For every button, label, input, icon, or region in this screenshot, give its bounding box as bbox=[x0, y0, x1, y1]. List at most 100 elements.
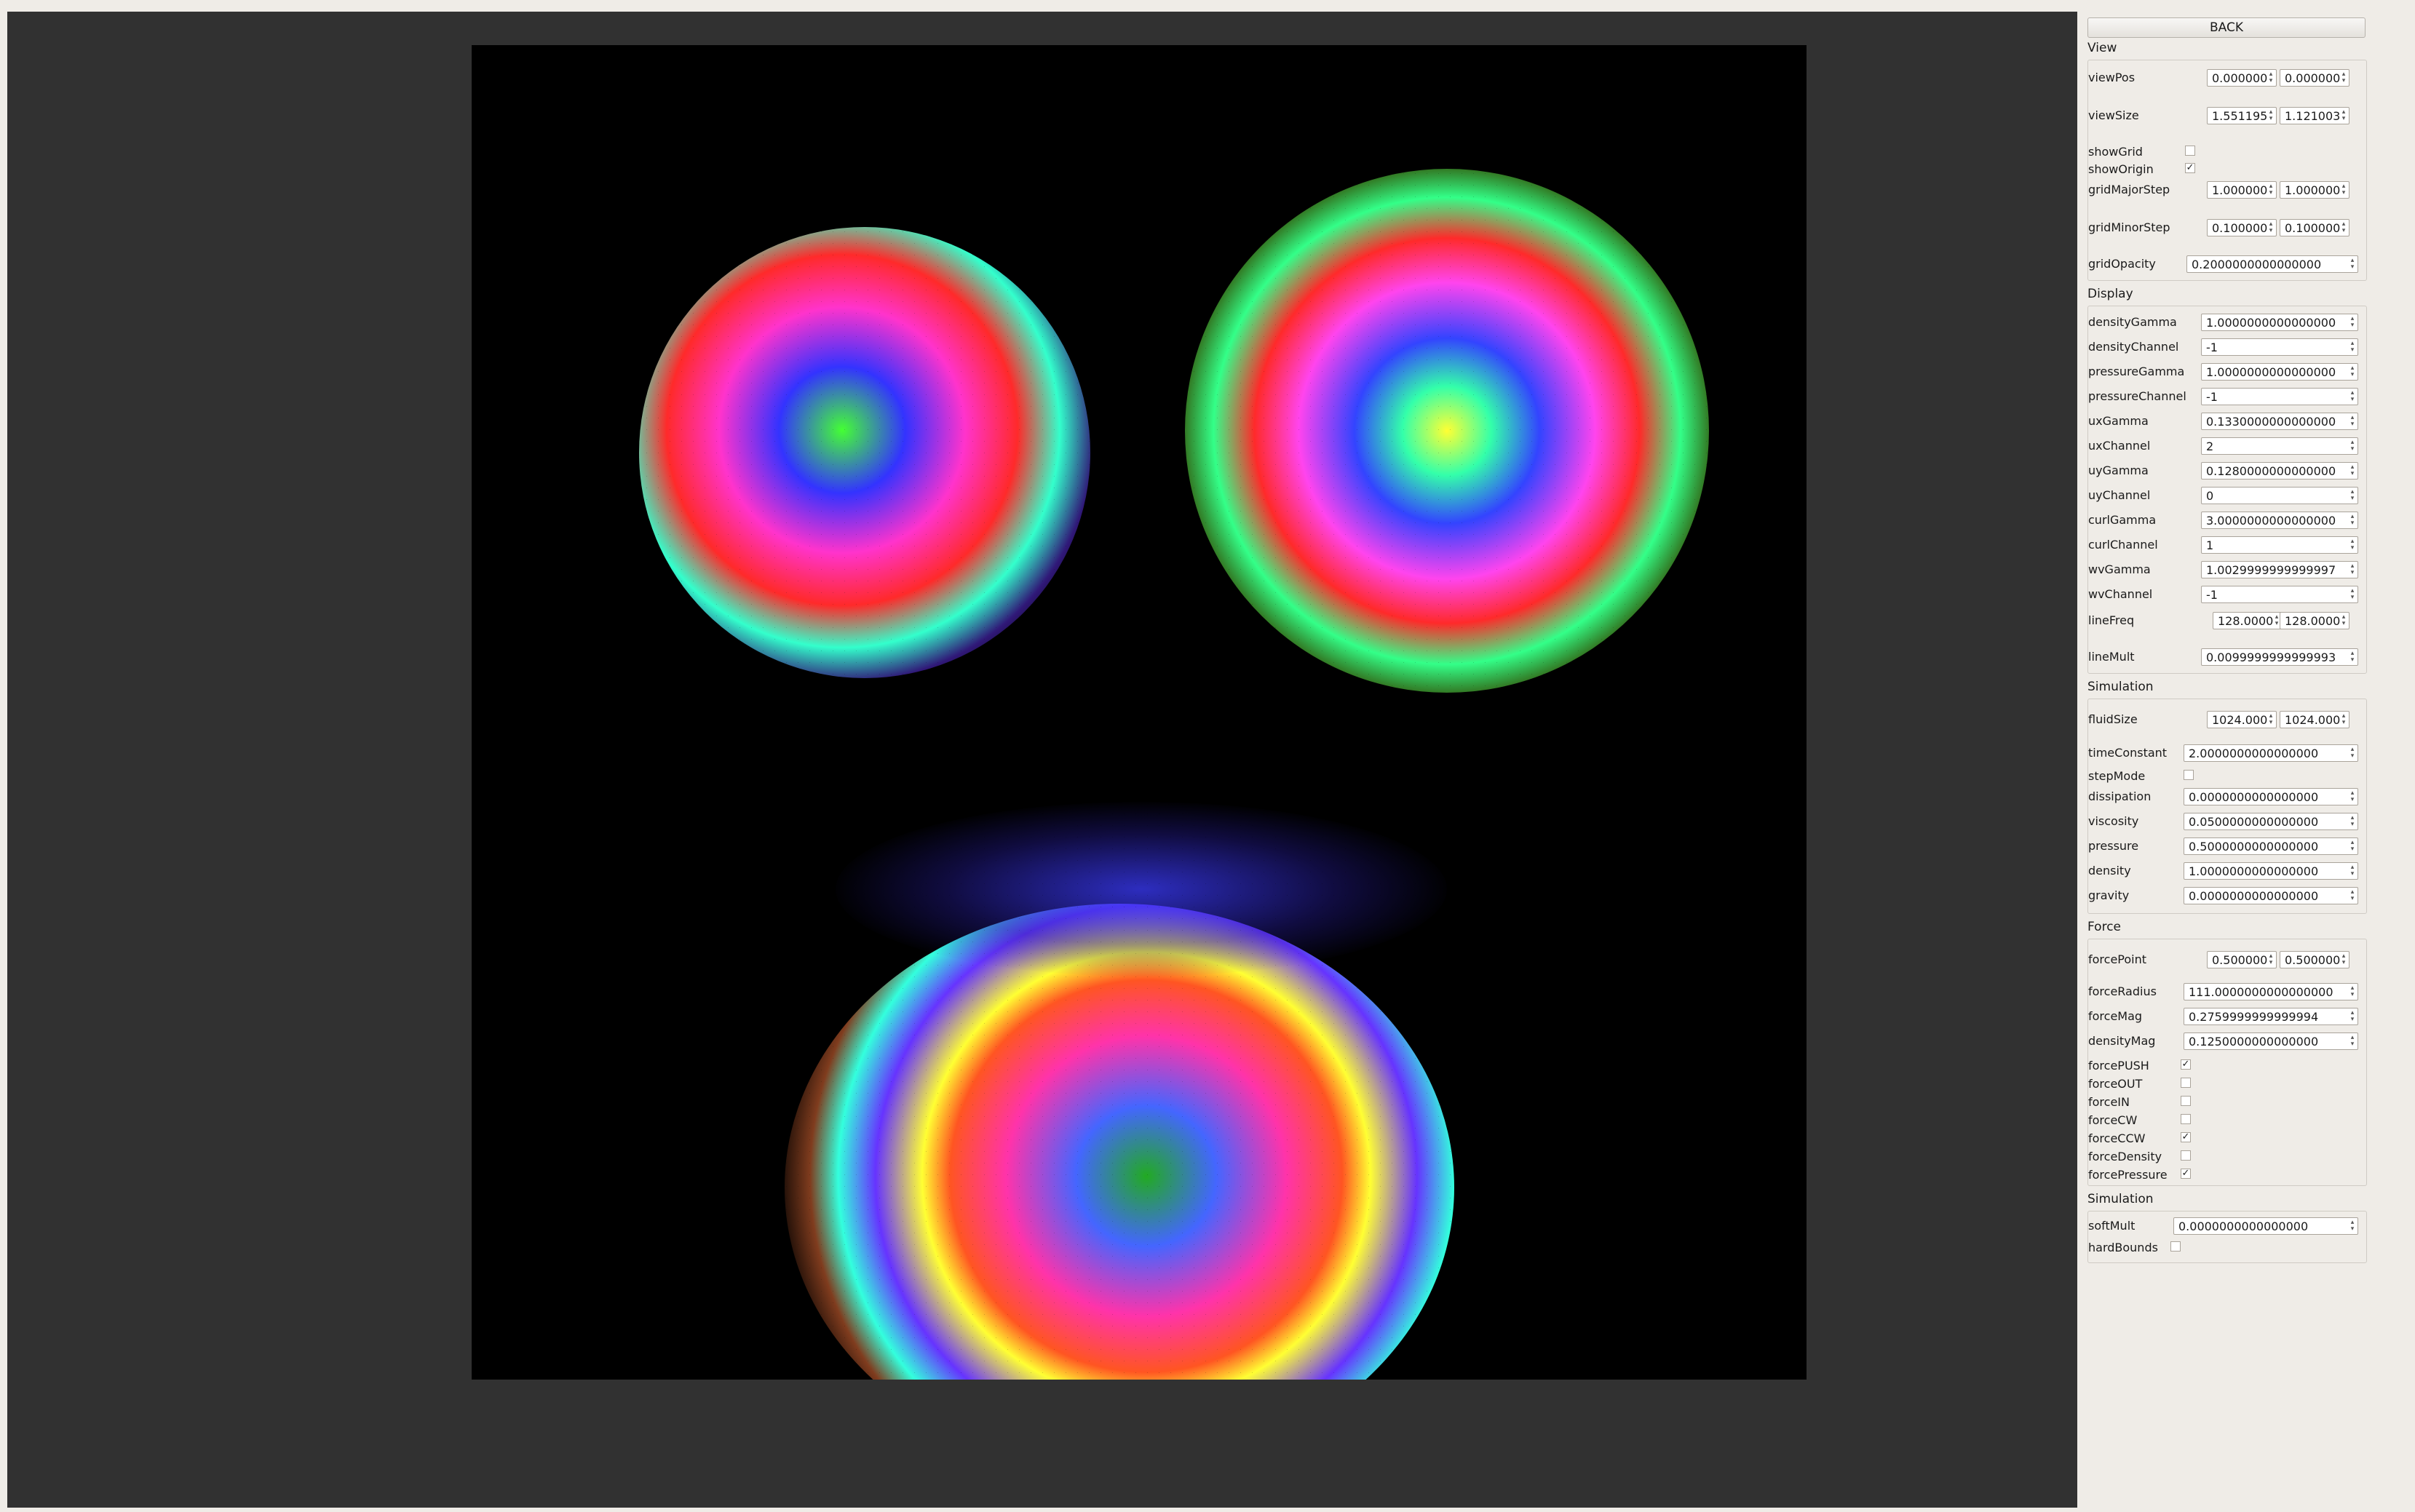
viewPos-input-x[interactable]: 0.000000 ▴ ▾ bbox=[2207, 69, 2277, 87]
viewPos-spin-arrows-x[interactable]: ▴ ▾ bbox=[2267, 71, 2275, 84]
uxChannel-input[interactable]: 2 ▴ ▾ bbox=[2201, 437, 2358, 455]
forceDensity-checkbox[interactable] bbox=[2181, 1150, 2191, 1161]
densityGamma-spin-arrows[interactable]: ▴ ▾ bbox=[2349, 316, 2356, 329]
gridMinorStep-input-y[interactable]: 0.100000 ▴ ▾ bbox=[2280, 219, 2349, 236]
pressureGamma-spin-arrows[interactable]: ▴ ▾ bbox=[2349, 365, 2356, 378]
dissipation-input[interactable]: 0.0000000000000000 ▴ ▾ bbox=[2184, 788, 2358, 805]
viewPos-spin-arrows-y[interactable]: ▴ ▾ bbox=[2340, 71, 2347, 84]
gridMinorStep-input-x[interactable]: 0.100000 ▴ ▾ bbox=[2207, 219, 2277, 236]
wvGamma-spin-arrows[interactable]: ▴ ▾ bbox=[2349, 563, 2356, 576]
forcePoint-spin-arrows-x[interactable]: ▴ ▾ bbox=[2267, 953, 2275, 966]
wvChannel-spin-arrows[interactable]: ▴ ▾ bbox=[2349, 588, 2356, 601]
settings-panel: BACK View Display Simulation Force Simul… bbox=[2080, 0, 2415, 1512]
stepMode-checkbox[interactable] bbox=[2184, 770, 2194, 780]
viscosity-spin-arrows[interactable]: ▴ ▾ bbox=[2349, 815, 2356, 828]
forcePoint-input-x[interactable]: 0.500000 ▴ ▾ bbox=[2207, 951, 2277, 968]
back-button[interactable]: BACK bbox=[2087, 17, 2366, 38]
viewSize-input-x[interactable]: 1.551195 ▴ ▾ bbox=[2207, 107, 2277, 124]
gridMinorStep-value-x: 0.100000 bbox=[2212, 221, 2268, 235]
forceCW-checkbox[interactable] bbox=[2181, 1114, 2191, 1124]
curlChannel-input[interactable]: 1 ▴ ▾ bbox=[2201, 536, 2358, 554]
densityChannel-input[interactable]: -1 ▴ ▾ bbox=[2201, 338, 2358, 356]
pressureChannel-input[interactable]: -1 ▴ ▾ bbox=[2201, 388, 2358, 405]
timeConstant-input[interactable]: 2.0000000000000000 ▴ ▾ bbox=[2184, 744, 2358, 762]
forceCCW-checkbox[interactable]: ✓ bbox=[2181, 1132, 2191, 1142]
viscosity-input[interactable]: 0.0500000000000000 ▴ ▾ bbox=[2184, 813, 2358, 830]
forceOUT-checkbox[interactable] bbox=[2181, 1078, 2191, 1088]
gravity-value: 0.0000000000000000 bbox=[2189, 889, 2319, 903]
density-label: density bbox=[2088, 864, 2131, 878]
gridMinorStep-label: gridMinorStep bbox=[2088, 220, 2170, 234]
wvGamma-input[interactable]: 1.0029999999999997 ▴ ▾ bbox=[2201, 561, 2358, 578]
forceCCW-label: forceCCW bbox=[2088, 1131, 2146, 1145]
viewSize-spin-arrows-y[interactable]: ▴ ▾ bbox=[2340, 109, 2347, 122]
dissipation-spin-arrows[interactable]: ▴ ▾ bbox=[2349, 790, 2356, 803]
curlGamma-spin-arrows[interactable]: ▴ ▾ bbox=[2349, 514, 2356, 527]
uxGamma-spin-arrows[interactable]: ▴ ▾ bbox=[2349, 415, 2356, 428]
densityMag-spin-arrows[interactable]: ▴ ▾ bbox=[2349, 1035, 2356, 1048]
uyChannel-input[interactable]: 0 ▴ ▾ bbox=[2201, 487, 2358, 504]
pressureChannel-spin-arrows[interactable]: ▴ ▾ bbox=[2349, 390, 2356, 403]
gridMajorStep-input-y[interactable]: 1.000000 ▴ ▾ bbox=[2280, 181, 2349, 199]
fluidSize-label: fluidSize bbox=[2088, 712, 2138, 726]
gravity-spin-arrows[interactable]: ▴ ▾ bbox=[2349, 889, 2356, 902]
lineFreq-input-y[interactable]: 128.0000 ▴ ▾ bbox=[2280, 612, 2349, 629]
gridMajorStep-spin-arrows-y[interactable]: ▴ ▾ bbox=[2340, 183, 2347, 196]
timeConstant-spin-arrows[interactable]: ▴ ▾ bbox=[2349, 747, 2356, 760]
pressureGamma-input[interactable]: 1.0000000000000000 ▴ ▾ bbox=[2201, 363, 2358, 381]
curlGamma-input[interactable]: 3.0000000000000000 ▴ ▾ bbox=[2201, 512, 2358, 529]
uxChannel-spin-arrows[interactable]: ▴ ▾ bbox=[2349, 439, 2356, 453]
section-title-view: View bbox=[2087, 41, 2117, 55]
lineFreq-spin-arrows-y[interactable]: ▴ ▾ bbox=[2340, 614, 2347, 627]
fluidSize-spin-arrows-y[interactable]: ▴ ▾ bbox=[2340, 713, 2347, 726]
gridMajorStep-spin-arrows-x[interactable]: ▴ ▾ bbox=[2267, 183, 2275, 196]
wvChannel-input[interactable]: -1 ▴ ▾ bbox=[2201, 586, 2358, 603]
pressure-spin-arrows[interactable]: ▴ ▾ bbox=[2349, 840, 2356, 853]
gravity-input[interactable]: 0.0000000000000000 ▴ ▾ bbox=[2184, 887, 2358, 904]
gridMajorStep-input-x[interactable]: 1.000000 ▴ ▾ bbox=[2207, 181, 2277, 199]
fluidSize-spin-arrows-x[interactable]: ▴ ▾ bbox=[2267, 713, 2275, 726]
uxGamma-input[interactable]: 0.1330000000000000 ▴ ▾ bbox=[2201, 413, 2358, 430]
timeConstant-value: 2.0000000000000000 bbox=[2189, 747, 2319, 760]
softMult-spin-arrows[interactable]: ▴ ▾ bbox=[2349, 1219, 2356, 1233]
softMult-input[interactable]: 0.0000000000000000 ▴ ▾ bbox=[2173, 1217, 2358, 1235]
render-viewport[interactable] bbox=[7, 12, 2077, 1508]
forceRadius-value: 111.0000000000000000 bbox=[2189, 985, 2333, 999]
densityGamma-input[interactable]: 1.0000000000000000 ▴ ▾ bbox=[2201, 314, 2358, 331]
gridOpacity-spin-arrows[interactable]: ▴ ▾ bbox=[2349, 258, 2356, 271]
forcePressure-checkbox[interactable]: ✓ bbox=[2181, 1169, 2191, 1179]
gridMinorStep-spin-arrows-x[interactable]: ▴ ▾ bbox=[2267, 221, 2275, 234]
forceMag-spin-arrows[interactable]: ▴ ▾ bbox=[2349, 1010, 2356, 1023]
uyGamma-input[interactable]: 0.1280000000000000 ▴ ▾ bbox=[2201, 462, 2358, 480]
viewSize-input-y[interactable]: 1.121003 ▴ ▾ bbox=[2280, 107, 2349, 124]
pressure-input[interactable]: 0.5000000000000000 ▴ ▾ bbox=[2184, 837, 2358, 855]
uyGamma-label: uyGamma bbox=[2088, 463, 2149, 477]
forceRadius-spin-arrows[interactable]: ▴ ▾ bbox=[2349, 985, 2356, 998]
gridMinorStep-spin-arrows-y[interactable]: ▴ ▾ bbox=[2340, 221, 2347, 234]
viewSize-spin-arrows-x[interactable]: ▴ ▾ bbox=[2267, 109, 2275, 122]
density-spin-arrows[interactable]: ▴ ▾ bbox=[2349, 864, 2356, 878]
uyGamma-spin-arrows[interactable]: ▴ ▾ bbox=[2349, 464, 2356, 477]
densityMag-input[interactable]: 0.1250000000000000 ▴ ▾ bbox=[2184, 1032, 2358, 1050]
density-input[interactable]: 1.0000000000000000 ▴ ▾ bbox=[2184, 862, 2358, 880]
forcePoint-spin-arrows-y[interactable]: ▴ ▾ bbox=[2340, 953, 2347, 966]
lineMult-spin-arrows[interactable]: ▴ ▾ bbox=[2349, 650, 2356, 664]
fluidSize-input-x[interactable]: 1024.000 ▴ ▾ bbox=[2207, 711, 2277, 728]
viewPos-input-y[interactable]: 0.000000 ▴ ▾ bbox=[2280, 69, 2349, 87]
showGrid-checkbox[interactable] bbox=[2185, 146, 2195, 156]
forcePUSH-checkbox[interactable]: ✓ bbox=[2181, 1059, 2191, 1070]
forcePoint-input-y[interactable]: 0.500000 ▴ ▾ bbox=[2280, 951, 2349, 968]
forceIN-checkbox[interactable] bbox=[2181, 1096, 2191, 1106]
gridOpacity-input[interactable]: 0.2000000000000000 ▴ ▾ bbox=[2186, 255, 2358, 273]
curlChannel-spin-arrows[interactable]: ▴ ▾ bbox=[2349, 538, 2356, 552]
fluid-simulation-canvas[interactable] bbox=[472, 45, 1807, 1380]
densityChannel-spin-arrows[interactable]: ▴ ▾ bbox=[2349, 341, 2356, 354]
hardBounds-checkbox[interactable] bbox=[2170, 1241, 2181, 1252]
lineFreq-input-x[interactable]: 128.0000 ▴ ▾ bbox=[2213, 612, 2283, 629]
forceMag-input[interactable]: 0.2759999999999994 ▴ ▾ bbox=[2184, 1008, 2358, 1025]
fluidSize-input-y[interactable]: 1024.000 ▴ ▾ bbox=[2280, 711, 2349, 728]
lineMult-input[interactable]: 0.0099999999999993 ▴ ▾ bbox=[2201, 648, 2358, 666]
uyChannel-spin-arrows[interactable]: ▴ ▾ bbox=[2349, 489, 2356, 502]
forceRadius-input[interactable]: 111.0000000000000000 ▴ ▾ bbox=[2184, 983, 2358, 1000]
showOrigin-checkbox[interactable]: ✓ bbox=[2185, 163, 2195, 173]
